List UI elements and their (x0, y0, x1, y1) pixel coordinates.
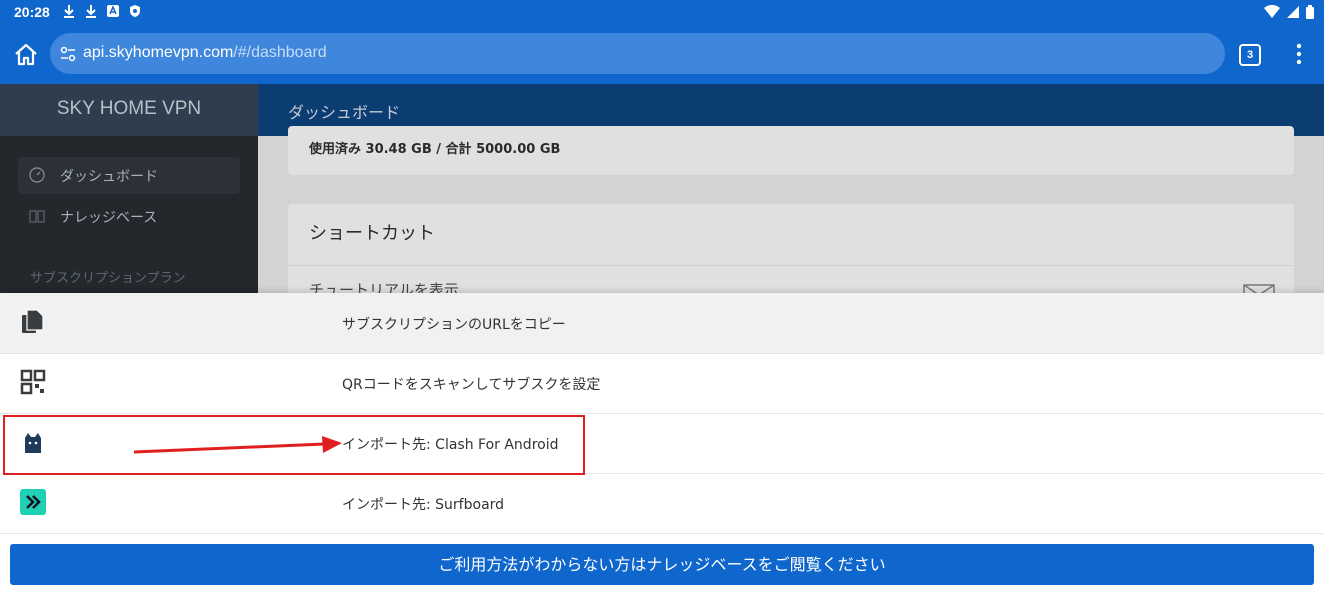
app-notification-icon (107, 5, 119, 17)
wifi-icon (1264, 5, 1280, 18)
url-host: api.skyhomevpn.com (83, 44, 234, 61)
usage-card: 使用済み 30.48 GB / 合計 5000.00 GB (288, 126, 1294, 175)
sidebar-item-dashboard[interactable]: ダッシュボード (18, 157, 240, 194)
option-copy-subscription-url[interactable]: サブスクリプションのURLをコピー (0, 293, 1324, 354)
annotation-arrow (133, 436, 342, 454)
sidebar-item-label: ダッシュボード (60, 169, 158, 185)
browser-toolbar: api.skyhomevpn.com/#/dashboard 3 (0, 25, 1324, 84)
brand-logo-text[interactable]: SKY HOME VPN (0, 98, 258, 120)
option-import-surfboard[interactable]: インポート先: Surfboard (0, 473, 1324, 534)
book-icon (29, 210, 45, 223)
url-path: /#/dashboard (233, 44, 327, 61)
qr-code-icon (20, 369, 46, 395)
option-label: サブスクリプションのURLをコピー (342, 317, 566, 333)
battery-icon (1306, 5, 1314, 19)
signal-icon (1287, 6, 1299, 18)
surfboard-icon (20, 489, 46, 515)
page-title: ダッシュボード (288, 103, 401, 122)
sidebar-item-knowledge-base[interactable]: ナレッジベース (18, 198, 240, 235)
url-text[interactable]: api.skyhomevpn.com/#/dashboard (83, 44, 327, 62)
tab-switcher-button[interactable]: 3 (1239, 44, 1261, 66)
sidebar-section-label: サブスクリプションプラン (30, 271, 186, 286)
shield-icon (130, 5, 140, 17)
divider (288, 265, 1294, 266)
status-bar: 20:28 (0, 0, 1324, 25)
option-label: QRコードをスキャンしてサブスクを設定 (342, 377, 601, 393)
status-time: 20:28 (14, 4, 50, 20)
sidebar-header: SKY HOME VPN (0, 84, 258, 136)
dashboard-gauge-icon (29, 167, 45, 183)
download-icon (86, 5, 96, 18)
option-scan-qr[interactable]: QRコードをスキャンしてサブスクを設定 (0, 353, 1324, 414)
more-vert-icon[interactable] (1292, 42, 1306, 66)
home-icon[interactable] (12, 41, 40, 69)
usage-text: 使用済み 30.48 GB / 合計 5000.00 GB (309, 142, 561, 157)
shortcuts-title: ショートカット (309, 223, 435, 244)
copy-icon (22, 309, 44, 333)
address-bar[interactable]: api.skyhomevpn.com/#/dashboard (50, 33, 1225, 74)
download-icon (64, 5, 74, 18)
knowledge-base-button[interactable]: ご利用方法がわからない方はナレッジベースをご閲覧ください (10, 544, 1314, 585)
site-settings-icon[interactable] (60, 46, 76, 62)
option-label: インポート先: Surfboard (342, 497, 505, 513)
sidebar-item-label: ナレッジベース (60, 210, 158, 226)
